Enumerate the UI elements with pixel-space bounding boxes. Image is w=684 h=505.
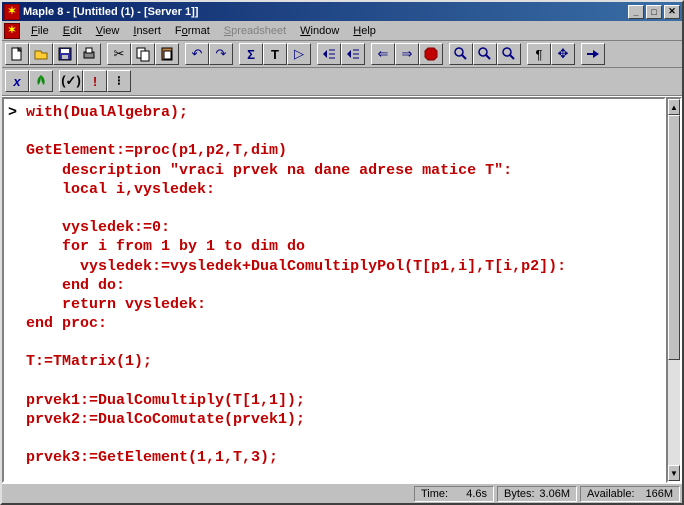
code-line: local i,vysledek: bbox=[26, 181, 215, 198]
save-button[interactable] bbox=[53, 43, 77, 65]
doc-icon[interactable]: ✶ bbox=[4, 23, 20, 39]
zoomfull-button[interactable] bbox=[497, 43, 521, 65]
paste-button[interactable] bbox=[155, 43, 179, 65]
tb-group-expr: x bbox=[5, 70, 53, 92]
window-title: Maple 8 - [Untitled (1) - [Server 1]] bbox=[23, 6, 626, 18]
worksheet[interactable]: > with(DualAlgebra); GetElement:=proc(p1… bbox=[2, 97, 666, 483]
menu-insert[interactable]: Insert bbox=[126, 23, 168, 39]
redo-button[interactable]: ↷ bbox=[209, 43, 233, 65]
section-button[interactable]: ▷ bbox=[287, 43, 311, 65]
code-line: for i from 1 by 1 to dim do bbox=[26, 238, 305, 255]
toolbar-secondary: x (✓) ! ⁝ bbox=[2, 68, 682, 96]
tb-group-undo: ↶ ↷ bbox=[185, 43, 233, 65]
bang-button[interactable]: ! bbox=[83, 70, 107, 92]
status-bytes: Bytes: 3.06M bbox=[497, 486, 577, 502]
content-area: > with(DualAlgebra); GetElement:=proc(p1… bbox=[2, 96, 682, 483]
pilcrow-button[interactable]: ¶ bbox=[527, 43, 551, 65]
menu-format[interactable]: Format bbox=[168, 23, 217, 39]
maximize-button[interactable]: □ bbox=[646, 5, 662, 19]
forward-button[interactable]: ⇒ bbox=[395, 43, 419, 65]
run-button[interactable] bbox=[581, 43, 605, 65]
menu-spreadsheet: Spreadsheet bbox=[217, 23, 293, 39]
code-line: T:=TMatrix(1); bbox=[26, 353, 152, 370]
sigma-button[interactable]: Σ bbox=[239, 43, 263, 65]
x-button[interactable]: x bbox=[5, 70, 29, 92]
code-line: prvek3:=GetElement(1,1,T,3); bbox=[26, 449, 278, 466]
scroll-up-button[interactable]: ▲ bbox=[668, 99, 680, 115]
zoomout-button[interactable] bbox=[473, 43, 497, 65]
stop-button[interactable] bbox=[419, 43, 443, 65]
cut-button[interactable]: ✂ bbox=[107, 43, 131, 65]
scroll-thumb[interactable] bbox=[668, 115, 680, 360]
tb-group-nav: ⇐ ⇒ bbox=[371, 43, 443, 65]
scroll-track[interactable] bbox=[668, 115, 680, 465]
menu-view[interactable]: View bbox=[89, 23, 127, 39]
code-line: prvek2:=DualCoComutate(prvek1); bbox=[26, 411, 305, 428]
menubar: ✶ File Edit View Insert Format Spreadshe… bbox=[2, 21, 682, 41]
tb-group-zoom bbox=[449, 43, 521, 65]
vertical-scrollbar[interactable]: ▲ ▼ bbox=[666, 97, 682, 483]
tb-group-run bbox=[581, 43, 605, 65]
tb-group-insert: Σ T ▷ bbox=[239, 43, 311, 65]
status-available: Available: 166M bbox=[580, 486, 680, 502]
zoomin-button[interactable] bbox=[449, 43, 473, 65]
text-button[interactable]: T bbox=[263, 43, 287, 65]
close-button[interactable]: ✕ bbox=[664, 5, 680, 19]
scroll-down-button[interactable]: ▼ bbox=[668, 465, 680, 481]
undo-button[interactable]: ↶ bbox=[185, 43, 209, 65]
code-line: description "vraci prvek na dane adrese … bbox=[26, 162, 512, 179]
app-icon: ✶ bbox=[4, 4, 20, 20]
prompt: > bbox=[8, 104, 26, 121]
code-line: vysledek:=0: bbox=[26, 219, 170, 236]
titlebar-buttons: _ □ ✕ bbox=[626, 5, 680, 19]
outdent-button[interactable] bbox=[317, 43, 341, 65]
menu-window[interactable]: Window bbox=[293, 23, 346, 39]
tb-group-eval: (✓) ! ⁝ bbox=[59, 70, 131, 92]
tb-group-misc: ¶ ✥ bbox=[527, 43, 575, 65]
copy-button[interactable] bbox=[131, 43, 155, 65]
status-time: Time: 4.6s bbox=[414, 486, 494, 502]
code-line: GetElement:=proc(p1,p2,T,dim) bbox=[26, 142, 287, 159]
new-button[interactable] bbox=[5, 43, 29, 65]
indent-button[interactable] bbox=[341, 43, 365, 65]
back-button[interactable]: ⇐ bbox=[371, 43, 395, 65]
paren-button[interactable]: (✓) bbox=[59, 70, 83, 92]
print-button[interactable] bbox=[77, 43, 101, 65]
tb-group-file bbox=[5, 43, 101, 65]
toolbar-main: ✂ ↶ ↷ Σ T ▷ ⇐ ⇒ bbox=[2, 41, 682, 68]
menu-file[interactable]: File bbox=[24, 23, 56, 39]
code-line: vysledek:=vysledek+DualComultiplyPol(T[p… bbox=[26, 258, 566, 275]
leaf-button[interactable] bbox=[29, 70, 53, 92]
code-line: return vysledek: bbox=[26, 296, 206, 313]
menu-help[interactable]: Help bbox=[346, 23, 383, 39]
code-line: with(DualAlgebra); bbox=[26, 104, 188, 121]
code-line: end do: bbox=[26, 277, 125, 294]
code-line: prvek1:=DualComultiply(T[1,1]); bbox=[26, 392, 305, 409]
tb-group-edit: ✂ bbox=[107, 43, 179, 65]
minimize-button[interactable]: _ bbox=[628, 5, 644, 19]
menu-edit[interactable]: Edit bbox=[56, 23, 89, 39]
tb-group-indent bbox=[317, 43, 365, 65]
resize-button[interactable]: ✥ bbox=[551, 43, 575, 65]
colon-button[interactable]: ⁝ bbox=[107, 70, 131, 92]
app-window: ✶ Maple 8 - [Untitled (1) - [Server 1]] … bbox=[0, 0, 684, 505]
titlebar: ✶ Maple 8 - [Untitled (1) - [Server 1]] … bbox=[2, 2, 682, 21]
statusbar: Time: 4.6s Bytes: 3.06M Available: 166M bbox=[2, 483, 682, 503]
code-line: end proc: bbox=[26, 315, 107, 332]
open-button[interactable] bbox=[29, 43, 53, 65]
